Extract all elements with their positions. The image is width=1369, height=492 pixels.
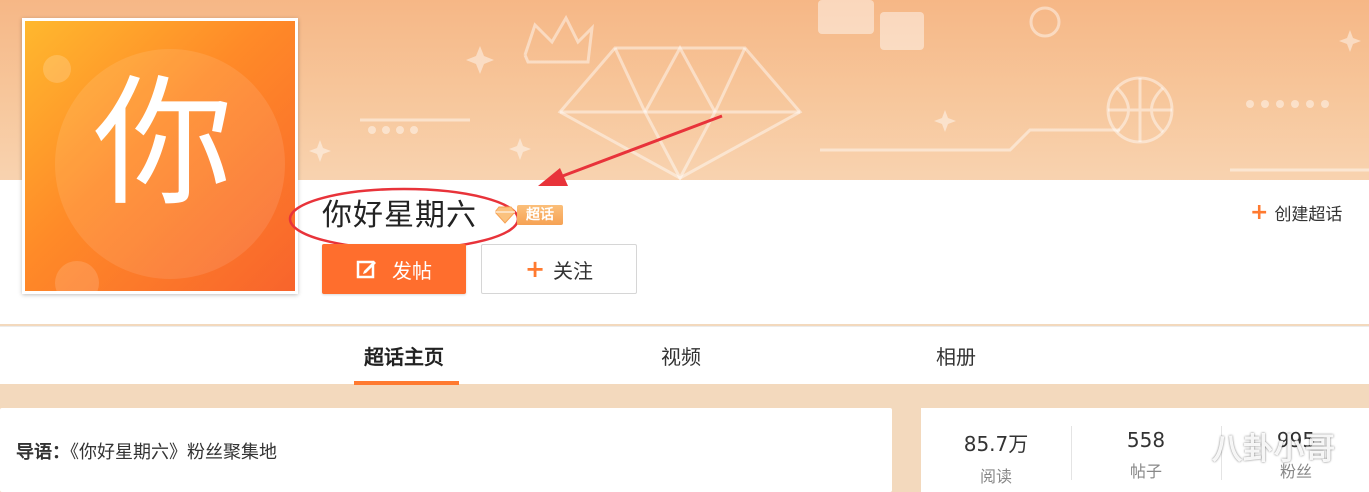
topic-name: 你好星期六 xyxy=(322,198,477,233)
watermark: 八卦小哥 xyxy=(1212,432,1336,467)
stat-value: 85.7万 xyxy=(963,432,1029,456)
avatar-char: 你 xyxy=(92,63,233,226)
super-topic-badge: 超话 xyxy=(495,204,567,226)
post-button-label: 发帖 xyxy=(392,258,432,283)
tab-album[interactable]: 相册 xyxy=(936,341,976,370)
intro-text: 《你好星期六》粉丝聚集地 xyxy=(70,442,277,463)
intro-prefix: 导语： xyxy=(16,442,70,463)
stat-value: 558 xyxy=(1126,428,1166,452)
edit-icon xyxy=(356,260,376,279)
stat-posts: 558 帖子 xyxy=(1071,428,1221,482)
gem-icon xyxy=(495,206,515,224)
active-tab-indicator xyxy=(354,381,459,385)
topic-avatar: 你 xyxy=(22,18,298,294)
post-button[interactable]: 发帖 xyxy=(322,244,466,294)
avatar-dot xyxy=(55,261,99,291)
follow-button[interactable]: + 关注 xyxy=(481,244,637,294)
tab-bar: 超话主页 视频 相册 xyxy=(0,326,1369,385)
badge-label: 超话 xyxy=(517,205,563,225)
intro-panel: 导语：《你好星期六》粉丝聚集地 xyxy=(0,408,892,492)
tab-home[interactable]: 超话主页 xyxy=(364,341,444,370)
create-super-topic-label: 创建超话 xyxy=(1274,205,1343,225)
plus-icon: + xyxy=(524,255,546,283)
follow-button-label: 关注 xyxy=(553,258,594,283)
plus-icon: + xyxy=(1250,200,1269,225)
stat-reads: 85.7万 阅读 xyxy=(921,428,1071,487)
stat-label: 阅读 xyxy=(979,467,1012,486)
create-super-topic-link[interactable]: + 创建超话 xyxy=(1250,200,1342,225)
intro-line: 导语：《你好星期六》粉丝聚集地 xyxy=(16,438,277,464)
annotation-arrow xyxy=(538,114,723,186)
tab-videos[interactable]: 视频 xyxy=(661,341,701,370)
stat-label: 帖子 xyxy=(1129,462,1162,481)
